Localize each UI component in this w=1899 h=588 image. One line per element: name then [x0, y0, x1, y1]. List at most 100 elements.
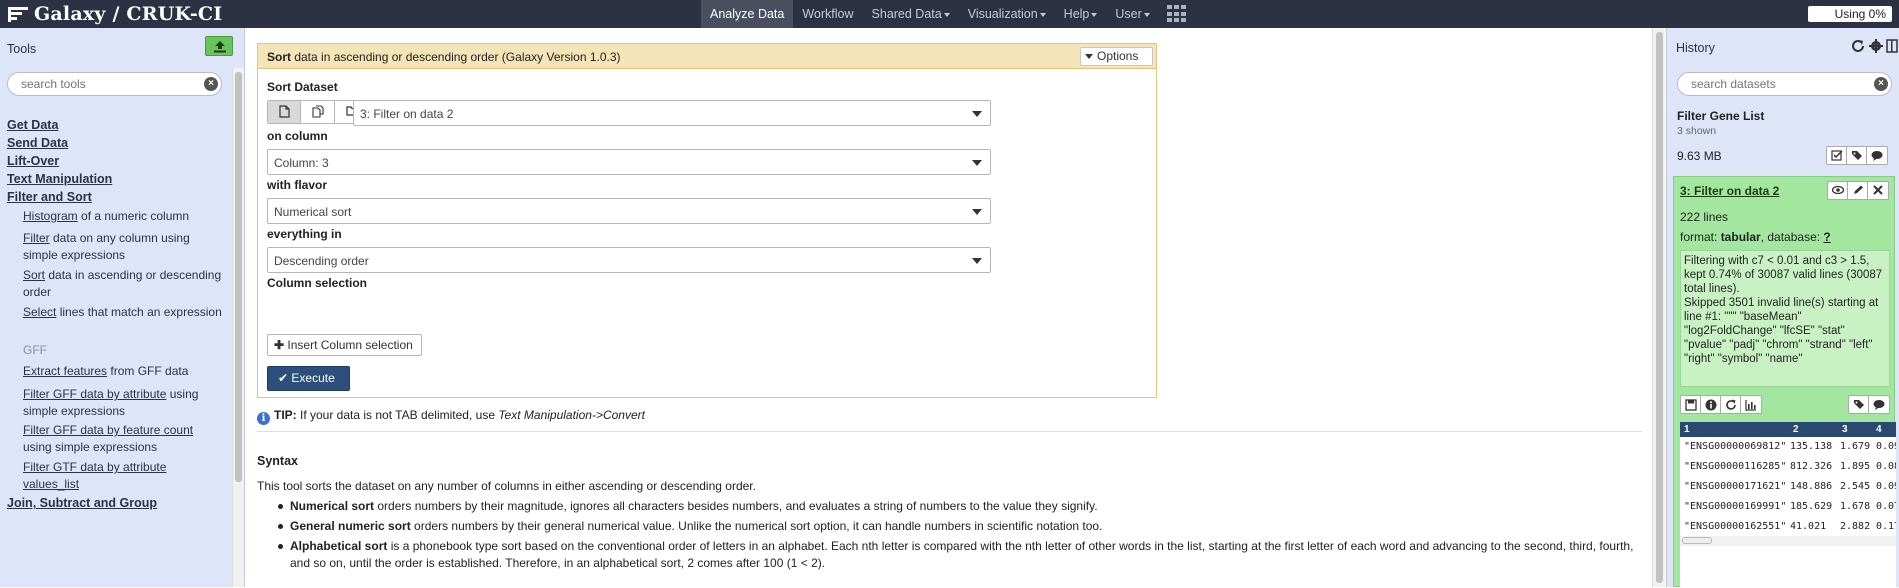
nav-analyze-data[interactable]: Analyze Data [701, 0, 794, 28]
clear-search-icon[interactable]: × [1874, 77, 1888, 91]
rerun-button[interactable] [1721, 396, 1741, 413]
nav-visualization[interactable]: Visualization [959, 0, 1055, 28]
dataset-annotation-button[interactable] [1869, 396, 1889, 413]
nav-user[interactable]: User [1106, 0, 1158, 28]
peek-header: 1 2 3 4 [1680, 422, 1896, 437]
tool-link[interactable]: Filter GFF data by feature count [23, 423, 193, 437]
delete-dataset-button[interactable] [1868, 182, 1888, 199]
tool-filter-gff-feature-count[interactable]: Filter GFF data by feature count using s… [23, 422, 223, 456]
tool-link[interactable]: Sort [23, 268, 45, 282]
section-filter-and-sort[interactable]: Filter and Sort [7, 190, 92, 204]
nav-workflow[interactable]: Workflow [793, 0, 862, 28]
history-title: History [1676, 41, 1715, 55]
dataset-info: Filtering with c7 < 0.01 and c3 > 1.5, k… [1680, 250, 1890, 387]
term-text: is a phonebook type sort based on the co… [290, 539, 1634, 570]
tool-link[interactable]: Filter GFF data by attribute [23, 387, 166, 401]
dataset-details-button[interactable] [1701, 396, 1721, 413]
peek-scrollbar[interactable] [1680, 536, 1896, 546]
main-nav: Analyze Data Workflow Shared Data Visual… [701, 0, 1187, 28]
table-row: "ENSG00000116285"812.326 1.895 0.08 [1680, 457, 1896, 477]
history-search[interactable]: × [1677, 72, 1892, 96]
scrollbar-thumb[interactable] [1682, 537, 1712, 544]
tool-panel-header: Tools [0, 28, 244, 68]
tool-link[interactable]: Select [23, 305, 56, 319]
nav-label: User [1115, 7, 1142, 21]
tool-select[interactable]: Select lines that match an expression [23, 304, 223, 321]
single-dataset-button[interactable] [268, 101, 302, 123]
tool-search[interactable]: × [7, 72, 222, 96]
comment-icon [1871, 151, 1883, 161]
table-cell: "ENSG00000116285" [1684, 461, 1787, 472]
upload-button[interactable] [205, 36, 233, 56]
table-cell: "ENSG00000171621" [1684, 481, 1787, 492]
section-join-subtract-group[interactable]: Join, Subtract and Group [7, 496, 157, 510]
history-tags-button[interactable] [1847, 147, 1867, 164]
download-button[interactable] [1681, 396, 1701, 413]
history-search-input[interactable] [1691, 77, 1861, 91]
tags-icon [1852, 151, 1862, 160]
view-dataset-button[interactable] [1828, 182, 1848, 199]
peek-column-header: 1 [1684, 424, 1690, 435]
dataset-extra-actions [1848, 395, 1890, 414]
order-label: everything in [267, 227, 342, 241]
brand[interactable]: Galaxy / CRUK-CI [8, 2, 222, 26]
tool-link[interactable]: Histogram [23, 209, 78, 223]
tool-panel-scrollbar[interactable] [232, 68, 244, 587]
tool-link[interactable]: Filter GTF data by attribute values_list [23, 460, 166, 491]
history-actions [1826, 146, 1888, 165]
dataset-title[interactable]: 3: Filter on data 2 [1680, 184, 1779, 198]
clear-search-icon[interactable]: × [204, 77, 218, 91]
floppy-icon [1685, 399, 1697, 411]
dataset-tags-button[interactable] [1849, 396, 1869, 413]
history-name[interactable]: Filter Gene List [1677, 109, 1764, 123]
tool-sort[interactable]: Sort data in ascending or descending ord… [23, 267, 223, 301]
refresh-icon[interactable] [1850, 38, 1866, 54]
gear-icon[interactable] [1868, 38, 1884, 54]
table-row: "ENSG00000162551"41.021 2.882 0.17 [1680, 517, 1896, 537]
section-get-data[interactable]: Get Data [7, 118, 58, 132]
tool-form-header: Sort data in ascending or descending ord… [258, 44, 1156, 69]
scrollbar-thumb[interactable] [1656, 32, 1663, 583]
table-row: "ENSG00000171621"148.886 2.545 0.09 [1680, 477, 1896, 497]
sort-dataset-select[interactable]: 3: Filter on data 2 [353, 100, 991, 126]
columns-icon[interactable] [1886, 38, 1899, 54]
options-button[interactable]: Options [1080, 47, 1153, 66]
divider [257, 431, 1642, 432]
column-select[interactable]: Column: 3 [267, 149, 991, 175]
caret-down-icon [1143, 12, 1150, 17]
center-scrollbar[interactable] [1652, 28, 1665, 587]
flavor-select[interactable]: Numerical sort [267, 198, 991, 224]
scrollbar-thumb[interactable] [235, 72, 242, 482]
tool-link[interactable]: Filter [23, 231, 50, 245]
nav-help[interactable]: Help [1055, 0, 1107, 28]
tool-filter-gff-attribute[interactable]: Filter GFF data by attribute using simpl… [23, 386, 223, 420]
apps-grid-icon[interactable] [1166, 5, 1187, 23]
select-value: Descending order [274, 254, 369, 268]
plus-icon: ✚ [274, 338, 285, 352]
nav-shared-data[interactable]: Shared Data [863, 0, 959, 28]
execute-button[interactable]: ✔ Execute [267, 366, 350, 391]
select-value: 3: Filter on data 2 [360, 107, 454, 121]
caret-down-icon [943, 12, 950, 17]
section-send-data[interactable]: Send Data [7, 136, 68, 150]
tool-extract-features[interactable]: Extract features from GFF data [23, 363, 223, 380]
multiple-datasets-button[interactable] [301, 101, 335, 123]
tool-filter[interactable]: Filter data on any column using simple e… [23, 230, 223, 264]
quota-meter[interactable]: Using 0% [1808, 6, 1892, 22]
table-cell: 2.545 [1840, 481, 1871, 492]
tool-histogram[interactable]: Histogram of a numeric column [23, 208, 223, 225]
edit-dataset-button[interactable] [1848, 182, 1868, 199]
caret-down-icon [1039, 12, 1046, 17]
order-select[interactable]: Descending order [267, 247, 991, 273]
insert-column-selection-button[interactable]: ✚ Insert Column selection [267, 334, 422, 356]
section-text-manipulation[interactable]: Text Manipulation [7, 172, 112, 186]
section-lift-over[interactable]: Lift-Over [7, 154, 59, 168]
database-value[interactable]: ? [1823, 230, 1830, 244]
history-annotation-button[interactable] [1867, 147, 1887, 164]
tool-link[interactable]: Extract features [23, 364, 107, 378]
tool-filter-gtf-attribute[interactable]: Filter GTF data by attribute values_list [23, 459, 223, 493]
tool-search-input[interactable] [21, 77, 196, 91]
select-items-button[interactable] [1827, 147, 1847, 164]
peek-column-header: 3 [1842, 424, 1848, 435]
visualize-button[interactable] [1741, 396, 1761, 413]
